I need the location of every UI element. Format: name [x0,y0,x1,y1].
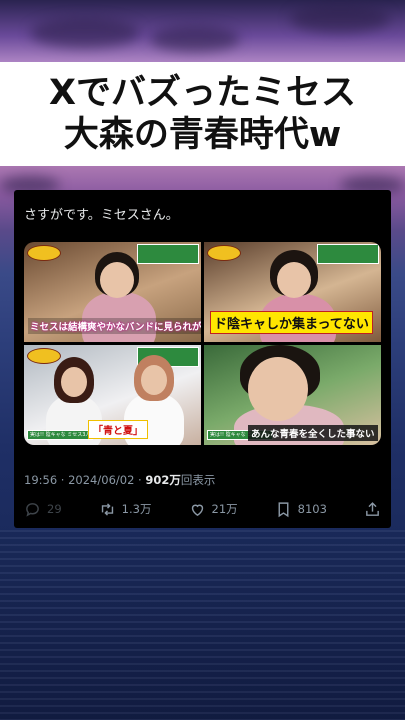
title-line-1: Xでバズったミセス [49,73,356,113]
sky-cloud [290,5,390,33]
tweet-card[interactable]: さすがです。ミセスさん。 ミセスは結構爽やかなバンドに見られがち ド陰キャしか集… [14,190,391,528]
tweet-image-4[interactable]: 実は!! 陰キャな ミセス3人 あんな青春を全くした事ない [204,345,381,445]
sky-cloud [30,18,140,48]
person-face [277,262,311,298]
title-line-2: 大森の青春時代w [63,115,342,155]
retweet-button[interactable]: 1.3万 [99,501,152,518]
show-info-box [317,244,379,264]
show-logo [207,245,241,261]
show-info-box [137,244,199,264]
heart-icon [191,504,203,516]
show-logo [27,245,61,261]
tweet-meta: 19:56 · 2024/06/02 · 902万回表示 [24,472,215,488]
like-button[interactable]: 21万 [189,501,238,518]
image-caption: あんな青春を全くした事ない [248,425,378,441]
tweet-actions: 29 1.3万 21万 8103 [24,498,381,520]
view-count: 902万 [145,473,181,487]
reply-button[interactable]: 29 [24,501,62,518]
ocean-waves [0,530,405,720]
share-icon [366,501,379,516]
title-banner: Xでバズったミセス 大森の青春時代w [0,62,405,166]
person-face [248,357,308,421]
tweet-timestamp[interactable]: 19:56 · 2024/06/02 · [24,473,145,487]
person-figure [82,292,156,342]
retweet-icon [101,502,113,516]
reply-count: 29 [47,502,62,516]
share-button[interactable] [364,501,381,518]
image-caption: ド陰キャしか集まってない [210,311,373,334]
reply-icon [26,502,39,517]
image-caption: 「青と夏」 [88,420,148,439]
tweet-image-grid[interactable]: ミセスは結構爽やかなバンドに見られがち ド陰キャしか集まってない 実は!! 陰キ… [24,242,381,445]
sky-cloud [150,26,240,52]
like-count: 21万 [211,502,238,516]
show-logo [27,348,61,364]
tweet-image-2[interactable]: ド陰キャしか集まってない [204,242,381,342]
bookmark-count: 8103 [297,502,327,516]
person-face [61,367,87,397]
view-label: 回表示 [180,473,216,487]
retweet-count: 1.3万 [121,502,152,516]
show-badge: 実は!! 陰キャな ミセス3人 [27,430,94,440]
person-face [141,365,167,395]
person-face [100,262,134,298]
image-caption: ミセスは結構爽やかなバンドに見られがち [28,318,201,334]
tweet-image-1[interactable]: ミセスは結構爽やかなバンドに見られがち [24,242,201,342]
bookmark-button[interactable]: 8103 [275,501,327,518]
tweet-text: さすがです。ミセスさん。 [24,208,179,223]
tweet-image-3[interactable]: 実は!! 陰キャな ミセス3人 「青と夏」 [24,345,201,445]
bookmark-icon [278,501,289,517]
